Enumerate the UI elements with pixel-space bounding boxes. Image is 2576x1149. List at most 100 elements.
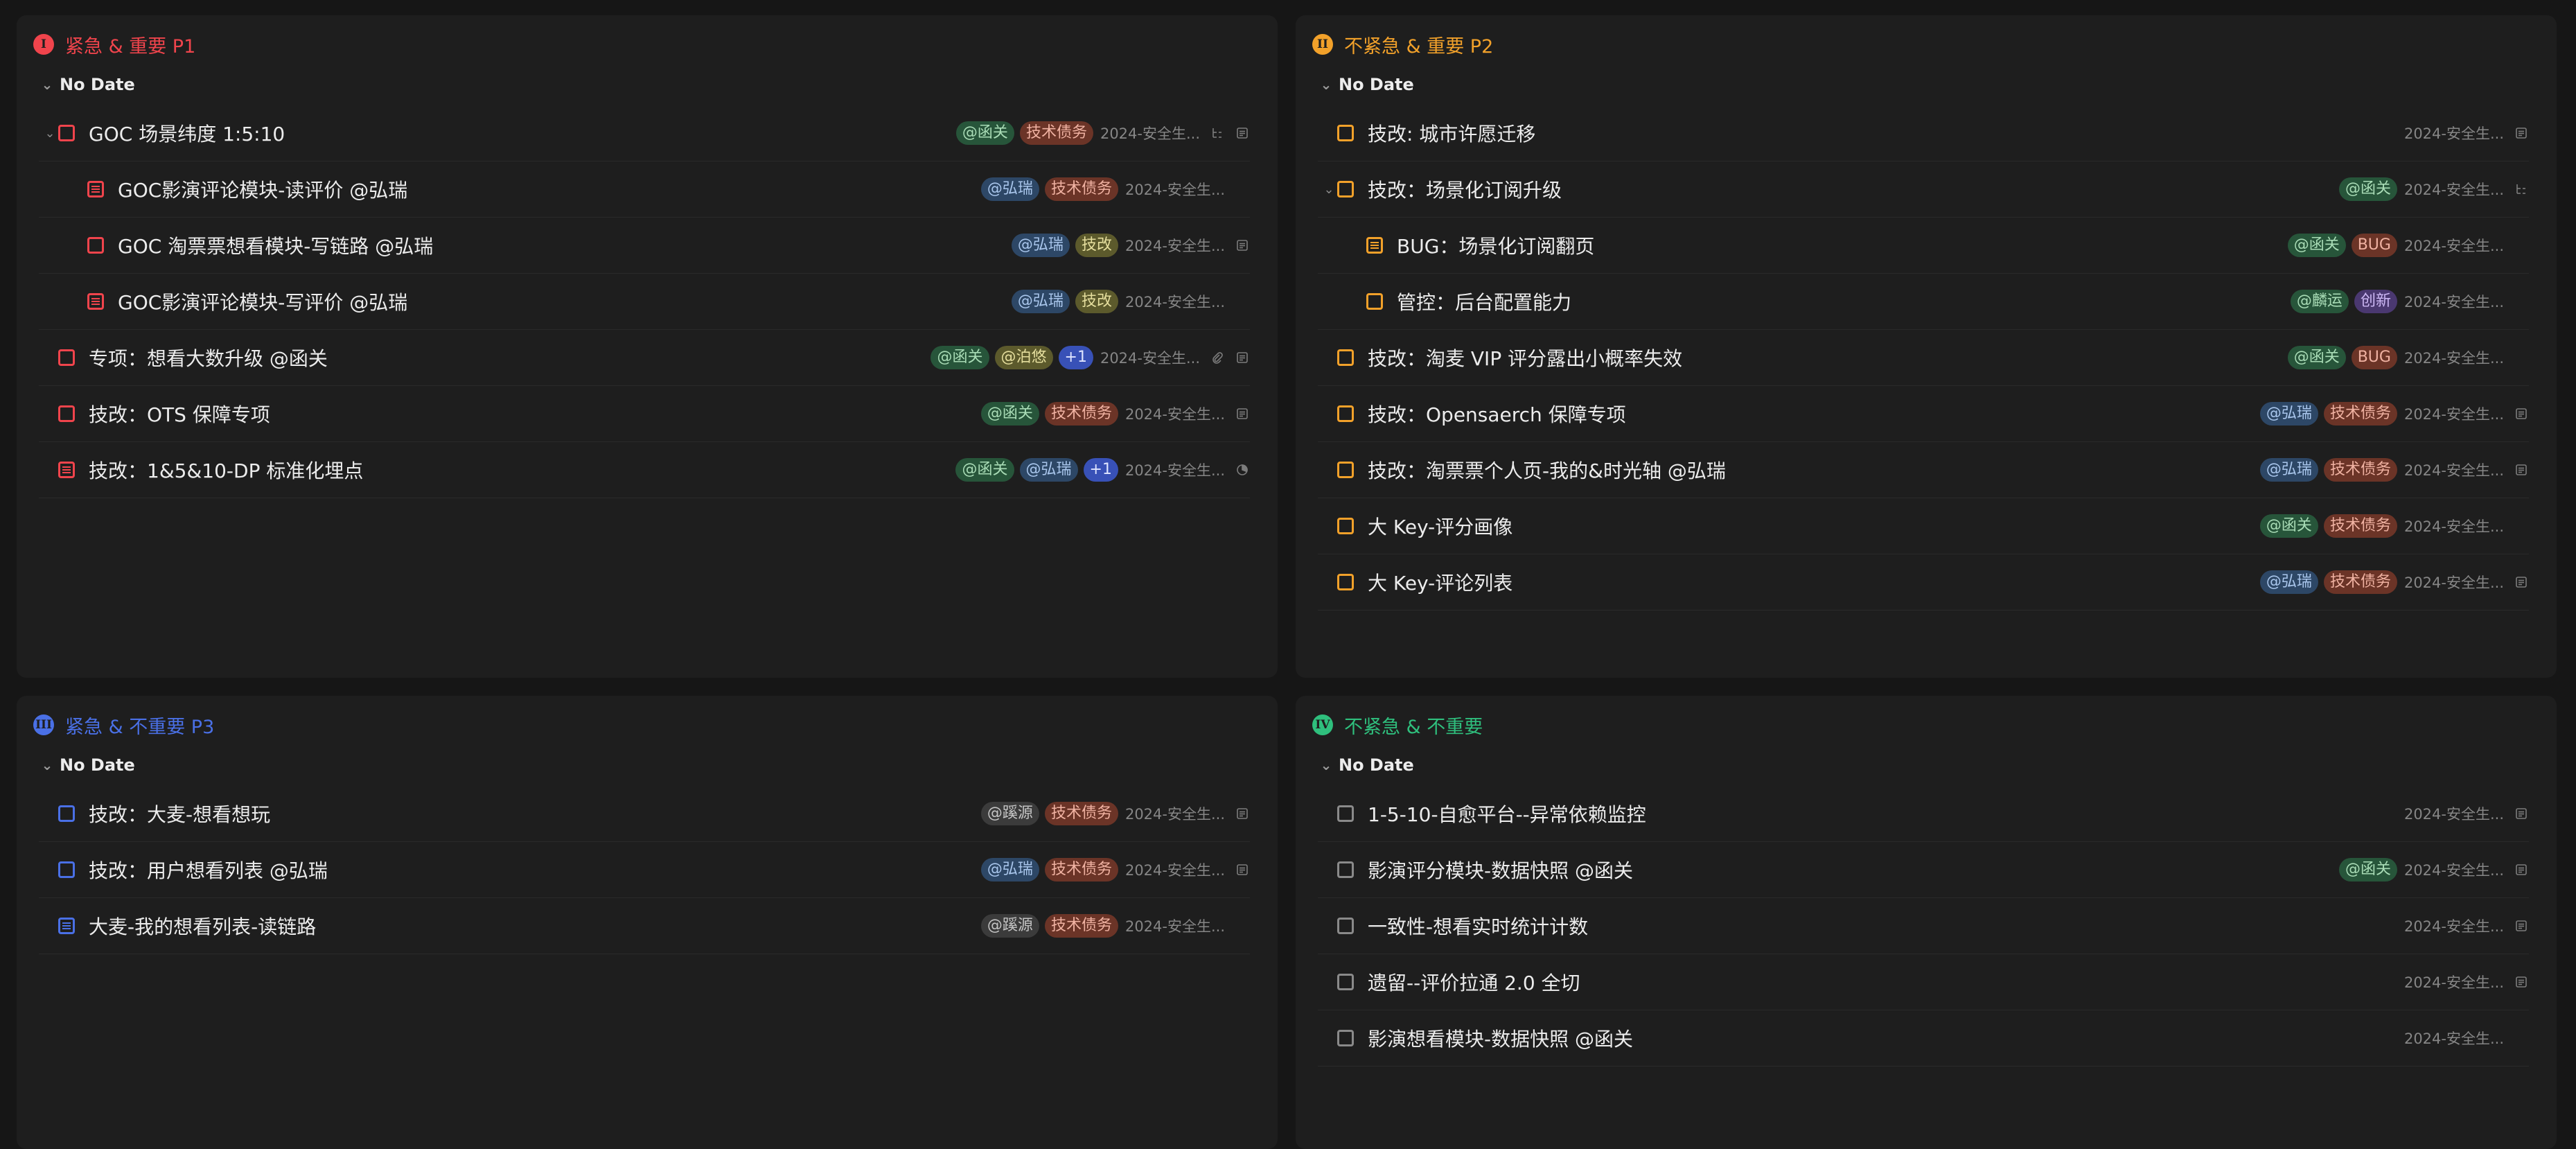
task-tag[interactable]: 技术债务 <box>1044 858 1118 882</box>
task-row[interactable]: ⌄ GOC 场景纬度 1:5:10 @函关 技术债务 2024-安全生... <box>39 105 1250 161</box>
task-row[interactable]: 技改：淘票票个人页-我的&时光轴 @弘瑞 @弘瑞 技术债务 2024-安全生... <box>1318 442 2529 498</box>
task-tag[interactable]: 技术债务 <box>1044 914 1118 938</box>
task-tag[interactable]: @函关 <box>2287 346 2346 369</box>
task-row[interactable]: 遗留--评价拉通 2.0 全切 2024-安全生... <box>1318 954 2529 1010</box>
task-tag[interactable]: 技术债务 <box>2323 402 2397 426</box>
chevron-down-icon[interactable]: ⌄ <box>42 126 58 141</box>
task-tag[interactable]: @弘瑞 <box>1019 458 1078 482</box>
task-tag[interactable]: 技改 <box>1075 290 1118 313</box>
task-tag[interactable]: @弘瑞 <box>980 177 1039 201</box>
task-checkbox[interactable] <box>1337 1030 1354 1046</box>
task-tag[interactable]: BUG <box>2351 346 2397 369</box>
task-checkbox[interactable] <box>1337 574 1354 590</box>
task-row[interactable]: 技改：Opensaerch 保障专项 @弘瑞 技术债务 2024-安全生... <box>1318 386 2529 442</box>
task-row[interactable]: 技改：大麦-想看想玩 @蹊源 技术债务 2024-安全生... <box>39 786 1250 842</box>
section-header-no-date[interactable]: ⌄ No Date <box>37 750 135 780</box>
task-row[interactable]: 1-5-10-自愈平台--异常依赖监控 2024-安全生... <box>1318 786 2529 842</box>
note-task-checkbox[interactable] <box>58 918 75 934</box>
task-tag[interactable]: @函关 <box>2338 858 2397 882</box>
task-tag[interactable]: 技术债务 <box>2323 514 2397 538</box>
task-tag[interactable]: 技术债务 <box>1044 177 1118 201</box>
task-tag[interactable]: @函关 <box>955 121 1014 145</box>
task-tag[interactable]: @蹊源 <box>980 802 1039 825</box>
task-row[interactable]: 影演评分模块-数据快照 @函关 @函关 2024-安全生... <box>1318 842 2529 898</box>
task-tag[interactable]: 技改 <box>1075 234 1118 257</box>
task-row[interactable]: 大 Key-评分画像 @函关 技术债务 2024-安全生... <box>1318 498 2529 554</box>
task-date-list: 2024-安全生... <box>1124 406 1225 423</box>
task-tag[interactable]: @弘瑞 <box>2259 570 2318 594</box>
task-tag[interactable]: BUG <box>2351 234 2397 257</box>
task-checkbox[interactable] <box>58 125 75 141</box>
task-row[interactable]: ⌄ 技改：场景化订阅升级 @函关 2024-安全生... <box>1318 161 2529 218</box>
task-checkbox[interactable] <box>1337 462 1354 478</box>
note-task-checkbox[interactable] <box>87 181 104 198</box>
task-row[interactable]: BUG：场景化订阅翻页 @函关 BUG 2024-安全生... <box>1318 218 2529 274</box>
chevron-down-icon[interactable]: ⌄ <box>37 757 57 773</box>
task-checkbox[interactable] <box>58 805 75 822</box>
task-tag[interactable]: @函关 <box>930 346 989 369</box>
task-row[interactable]: 专项：想看大数升级 @函关 @函关 @泊悠 +1 2024-安全生... <box>39 330 1250 386</box>
task-tag[interactable]: @弘瑞 <box>2259 458 2318 482</box>
task-checkbox[interactable] <box>1337 518 1354 534</box>
chevron-down-icon[interactable]: ⌄ <box>1321 182 1337 197</box>
task-tag[interactable]: 技术债务 <box>1044 802 1118 825</box>
task-tag[interactable]: +1 <box>1083 458 1118 482</box>
task-tag[interactable]: @蹊源 <box>980 914 1039 938</box>
section-header-no-date[interactable]: ⌄ No Date <box>1316 69 1414 100</box>
task-tag[interactable]: 创新 <box>2354 290 2397 313</box>
task-tag[interactable]: @弘瑞 <box>2259 402 2318 426</box>
chevron-down-icon[interactable]: ⌄ <box>1316 76 1336 93</box>
task-checkbox[interactable] <box>1337 974 1354 990</box>
task-tag[interactable]: 技术债务 <box>1019 121 1093 145</box>
task-tag[interactable]: @函关 <box>2287 234 2346 257</box>
note-task-checkbox[interactable] <box>87 293 104 310</box>
task-row[interactable]: GOC影演评论模块-写评价 @弘瑞 @弘瑞 技改 2024-安全生... <box>39 274 1250 330</box>
task-checkbox[interactable] <box>1337 405 1354 422</box>
task-checkbox[interactable] <box>1337 861 1354 878</box>
task-title: 遗留--评价拉通 2.0 全切 <box>1368 972 1580 994</box>
task-checkbox[interactable] <box>87 237 104 254</box>
task-checkbox[interactable] <box>1337 181 1354 198</box>
chevron-down-icon[interactable]: ⌄ <box>37 76 57 93</box>
task-tag[interactable]: 技术债务 <box>2323 570 2397 594</box>
task-row[interactable]: GOC 淘票票想看模块-写链路 @弘瑞 @弘瑞 技改 2024-安全生... <box>39 218 1250 274</box>
task-row[interactable]: 技改：OTS 保障专项 @函关 技术债务 2024-安全生... <box>39 386 1250 442</box>
task-row[interactable]: 技改：用户想看列表 @弘瑞 @弘瑞 技术债务 2024-安全生... <box>39 842 1250 898</box>
task-row[interactable]: 大麦-我的想看列表-读链路 @蹊源 技术债务 2024-安全生... <box>39 898 1250 954</box>
task-row[interactable]: 大 Key-评论列表 @弘瑞 技术债务 2024-安全生... <box>1318 554 2529 611</box>
task-row[interactable]: GOC影演评论模块-读评价 @弘瑞 @弘瑞 技术债务 2024-安全生... <box>39 161 1250 218</box>
task-checkbox[interactable] <box>58 861 75 878</box>
task-tag[interactable]: @函关 <box>980 402 1039 426</box>
note-icon <box>2514 918 2529 933</box>
task-tag[interactable]: @弘瑞 <box>1011 290 1070 313</box>
chevron-down-icon[interactable]: ⌄ <box>1316 757 1336 773</box>
task-tag[interactable]: @函关 <box>2338 177 2397 201</box>
task-tag[interactable]: @函关 <box>2259 514 2318 538</box>
task-tag[interactable]: +1 <box>1058 346 1093 369</box>
task-tag[interactable]: @弘瑞 <box>1011 234 1070 257</box>
note-icon <box>1235 806 1250 821</box>
task-row[interactable]: 技改：淘麦 VIP 评分露出小概率失效 @函关 BUG 2024-安全生... <box>1318 330 2529 386</box>
section-header-no-date[interactable]: ⌄ No Date <box>1316 750 1414 780</box>
task-checkbox[interactable] <box>1337 349 1354 366</box>
task-checkbox[interactable] <box>1337 805 1354 822</box>
task-row[interactable]: 管控：后台配置能力 @麟运 创新 2024-安全生... <box>1318 274 2529 330</box>
task-row[interactable]: 技改：1&5&10-DP 标准化埋点 @函关 @弘瑞 +1 2024-安全生... <box>39 442 1250 498</box>
task-tag[interactable]: 技术债务 <box>2323 458 2397 482</box>
note-task-checkbox[interactable] <box>58 462 75 478</box>
section-header-no-date[interactable]: ⌄ No Date <box>37 69 135 100</box>
task-checkbox[interactable] <box>58 405 75 422</box>
task-checkbox[interactable] <box>1366 293 1383 310</box>
task-row[interactable]: 影演想看模块-数据快照 @函关 2024-安全生... <box>1318 1010 2529 1067</box>
task-tag[interactable]: @麟运 <box>2290 290 2349 313</box>
task-tag[interactable]: @函关 <box>955 458 1014 482</box>
task-tag[interactable]: @泊悠 <box>994 346 1053 369</box>
task-checkbox[interactable] <box>1337 125 1354 141</box>
task-tag[interactable]: @弘瑞 <box>980 858 1039 882</box>
task-tag[interactable]: 技术债务 <box>1044 402 1118 426</box>
task-row[interactable]: 一致性-想看实时统计计数 2024-安全生... <box>1318 898 2529 954</box>
note-task-checkbox[interactable] <box>1366 237 1383 254</box>
task-checkbox[interactable] <box>1337 918 1354 934</box>
task-row[interactable]: 技改: 城市许愿迁移 2024-安全生... <box>1318 105 2529 161</box>
task-checkbox[interactable] <box>58 349 75 366</box>
